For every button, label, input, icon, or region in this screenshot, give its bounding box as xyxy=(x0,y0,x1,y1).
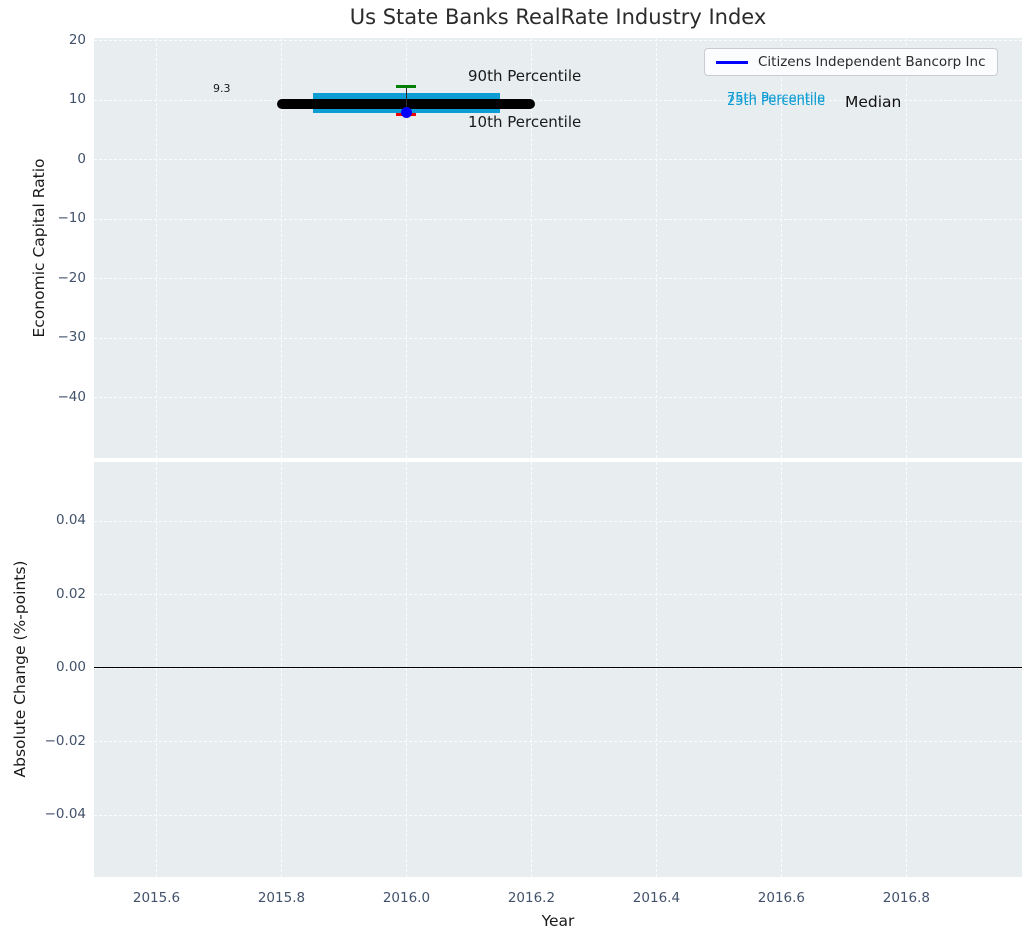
x-axis-label: Year xyxy=(541,912,575,930)
p10-percentile-annotation: 10th Percentile xyxy=(468,113,582,131)
x-tick-label: 2016.6 xyxy=(757,890,806,906)
p90-cap xyxy=(396,85,417,89)
legend: Citizens Independent Bancorp Inc xyxy=(704,48,998,76)
x-tick-label: 2015.6 xyxy=(132,890,181,906)
y-tick-label: −0.04 xyxy=(44,806,86,823)
y-tick-label: 20 xyxy=(68,31,86,48)
y-tick-label: 0 xyxy=(77,150,86,167)
horizontal-gridline xyxy=(94,278,1022,280)
horizontal-gridline xyxy=(94,397,1022,399)
y-tick-label: −20 xyxy=(57,269,87,286)
horizontal-gridline xyxy=(94,741,1022,743)
x-tick-label: 2016.8 xyxy=(882,890,930,906)
y-tick-label: −0.02 xyxy=(44,732,86,749)
top-plot-area: 9.3 90th Percentile 10th Percentile 75th… xyxy=(94,38,1022,458)
horizontal-gridline xyxy=(94,159,1022,161)
y-tick-label: −40 xyxy=(57,388,87,405)
zero-reference-line xyxy=(94,666,1022,669)
chart-title: Us State Banks RealRate Industry Index xyxy=(349,5,767,29)
chart-figure: Us State Banks RealRate Industry Index E… xyxy=(0,0,1034,942)
bottom-plot-area xyxy=(94,462,1022,877)
horizontal-gridline xyxy=(94,814,1022,816)
y-tick-label: 10 xyxy=(68,91,86,108)
x-tick-label: 2016.2 xyxy=(507,890,556,906)
legend-label: Citizens Independent Bancorp Inc xyxy=(758,54,986,70)
company-data-point xyxy=(400,106,412,118)
vertical-gridline xyxy=(156,38,158,458)
horizontal-gridline xyxy=(94,594,1022,596)
median-annotation: Median xyxy=(845,93,902,111)
y-tick-label: −30 xyxy=(57,329,87,346)
y-tick-label: 0.00 xyxy=(55,659,86,676)
vertical-gridline xyxy=(656,38,658,458)
horizontal-gridline xyxy=(94,520,1022,522)
top-y-axis-label: Economic Capital Ratio xyxy=(30,158,48,338)
y-tick-label: −10 xyxy=(57,210,87,227)
vertical-gridline xyxy=(906,38,908,458)
horizontal-gridline xyxy=(94,337,1022,339)
horizontal-gridline xyxy=(94,218,1022,220)
x-tick-label: 2016.4 xyxy=(632,890,681,906)
p90-percentile-annotation: 90th Percentile xyxy=(468,67,582,85)
y-tick-label: 0.02 xyxy=(55,585,86,602)
p25-percentile-annotation: 25th Percentile xyxy=(727,94,826,109)
horizontal-gridline xyxy=(94,40,1022,42)
x-tick-label: 2016.0 xyxy=(382,890,431,906)
legend-line-sample xyxy=(716,60,748,64)
median-value-annotation: 9.3 xyxy=(213,82,231,95)
x-tick-label: 2015.8 xyxy=(257,890,306,906)
y-tick-label: 0.04 xyxy=(55,512,86,529)
